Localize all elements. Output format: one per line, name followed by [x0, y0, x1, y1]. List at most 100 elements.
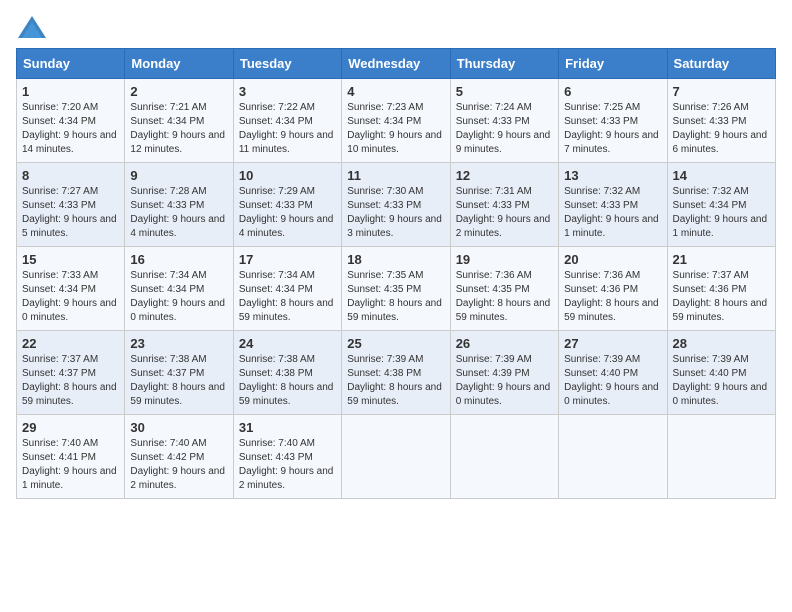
- calendar-cell: 20 Sunrise: 7:36 AMSunset: 4:36 PMDaylig…: [559, 247, 667, 331]
- day-info: Sunrise: 7:25 AMSunset: 4:33 PMDaylight:…: [564, 102, 659, 155]
- day-header-tuesday: Tuesday: [233, 49, 341, 79]
- calendar-cell: 27 Sunrise: 7:39 AMSunset: 4:40 PMDaylig…: [559, 331, 667, 415]
- calendar-cell: [450, 415, 558, 499]
- day-number: 10: [239, 168, 336, 183]
- calendar-cell: 19 Sunrise: 7:36 AMSunset: 4:35 PMDaylig…: [450, 247, 558, 331]
- day-number: 15: [22, 252, 119, 267]
- calendar-cell: 8 Sunrise: 7:27 AMSunset: 4:33 PMDayligh…: [17, 163, 125, 247]
- day-info: Sunrise: 7:31 AMSunset: 4:33 PMDaylight:…: [456, 186, 551, 239]
- day-number: 5: [456, 84, 553, 99]
- day-info: Sunrise: 7:23 AMSunset: 4:34 PMDaylight:…: [347, 102, 442, 155]
- day-number: 7: [673, 84, 770, 99]
- day-info: Sunrise: 7:36 AMSunset: 4:36 PMDaylight:…: [564, 270, 659, 323]
- day-number: 8: [22, 168, 119, 183]
- day-info: Sunrise: 7:40 AMSunset: 4:43 PMDaylight:…: [239, 438, 334, 491]
- day-info: Sunrise: 7:37 AMSunset: 4:37 PMDaylight:…: [22, 354, 117, 407]
- day-number: 29: [22, 420, 119, 435]
- calendar-cell: 2 Sunrise: 7:21 AMSunset: 4:34 PMDayligh…: [125, 79, 233, 163]
- day-info: Sunrise: 7:39 AMSunset: 4:40 PMDaylight:…: [673, 354, 768, 407]
- day-info: Sunrise: 7:39 AMSunset: 4:40 PMDaylight:…: [564, 354, 659, 407]
- calendar-cell: 13 Sunrise: 7:32 AMSunset: 4:33 PMDaylig…: [559, 163, 667, 247]
- day-number: 11: [347, 168, 444, 183]
- day-header-saturday: Saturday: [667, 49, 775, 79]
- day-info: Sunrise: 7:34 AMSunset: 4:34 PMDaylight:…: [239, 270, 334, 323]
- day-number: 18: [347, 252, 444, 267]
- logo-icon: [18, 16, 46, 38]
- day-number: 30: [130, 420, 227, 435]
- day-info: Sunrise: 7:32 AMSunset: 4:33 PMDaylight:…: [564, 186, 659, 239]
- day-info: Sunrise: 7:33 AMSunset: 4:34 PMDaylight:…: [22, 270, 117, 323]
- day-number: 13: [564, 168, 661, 183]
- logo: [16, 16, 46, 38]
- day-number: 19: [456, 252, 553, 267]
- day-info: Sunrise: 7:21 AMSunset: 4:34 PMDaylight:…: [130, 102, 225, 155]
- day-header-wednesday: Wednesday: [342, 49, 450, 79]
- day-number: 2: [130, 84, 227, 99]
- day-info: Sunrise: 7:34 AMSunset: 4:34 PMDaylight:…: [130, 270, 225, 323]
- day-number: 1: [22, 84, 119, 99]
- day-number: 6: [564, 84, 661, 99]
- calendar-week-1: 1 Sunrise: 7:20 AMSunset: 4:34 PMDayligh…: [17, 79, 776, 163]
- calendar-cell: 22 Sunrise: 7:37 AMSunset: 4:37 PMDaylig…: [17, 331, 125, 415]
- calendar-cell: 4 Sunrise: 7:23 AMSunset: 4:34 PMDayligh…: [342, 79, 450, 163]
- calendar-cell: 17 Sunrise: 7:34 AMSunset: 4:34 PMDaylig…: [233, 247, 341, 331]
- calendar-cell: 9 Sunrise: 7:28 AMSunset: 4:33 PMDayligh…: [125, 163, 233, 247]
- calendar-cell: 5 Sunrise: 7:24 AMSunset: 4:33 PMDayligh…: [450, 79, 558, 163]
- day-info: Sunrise: 7:27 AMSunset: 4:33 PMDaylight:…: [22, 186, 117, 239]
- day-info: Sunrise: 7:39 AMSunset: 4:38 PMDaylight:…: [347, 354, 442, 407]
- day-number: 17: [239, 252, 336, 267]
- calendar-cell: 6 Sunrise: 7:25 AMSunset: 4:33 PMDayligh…: [559, 79, 667, 163]
- calendar-cell: 1 Sunrise: 7:20 AMSunset: 4:34 PMDayligh…: [17, 79, 125, 163]
- day-info: Sunrise: 7:40 AMSunset: 4:41 PMDaylight:…: [22, 438, 117, 491]
- day-number: 16: [130, 252, 227, 267]
- page-header: [16, 16, 776, 38]
- days-header-row: SundayMondayTuesdayWednesdayThursdayFrid…: [17, 49, 776, 79]
- day-number: 31: [239, 420, 336, 435]
- day-number: 21: [673, 252, 770, 267]
- calendar-cell: 3 Sunrise: 7:22 AMSunset: 4:34 PMDayligh…: [233, 79, 341, 163]
- calendar-cell: 31 Sunrise: 7:40 AMSunset: 4:43 PMDaylig…: [233, 415, 341, 499]
- calendar-header: SundayMondayTuesdayWednesdayThursdayFrid…: [17, 49, 776, 79]
- calendar-cell: [342, 415, 450, 499]
- day-number: 28: [673, 336, 770, 351]
- day-info: Sunrise: 7:32 AMSunset: 4:34 PMDaylight:…: [673, 186, 768, 239]
- day-info: Sunrise: 7:37 AMSunset: 4:36 PMDaylight:…: [673, 270, 768, 323]
- calendar-cell: 10 Sunrise: 7:29 AMSunset: 4:33 PMDaylig…: [233, 163, 341, 247]
- day-number: 23: [130, 336, 227, 351]
- calendar-cell: 15 Sunrise: 7:33 AMSunset: 4:34 PMDaylig…: [17, 247, 125, 331]
- calendar-cell: 28 Sunrise: 7:39 AMSunset: 4:40 PMDaylig…: [667, 331, 775, 415]
- calendar-cell: 25 Sunrise: 7:39 AMSunset: 4:38 PMDaylig…: [342, 331, 450, 415]
- calendar-cell: 16 Sunrise: 7:34 AMSunset: 4:34 PMDaylig…: [125, 247, 233, 331]
- calendar-cell: 12 Sunrise: 7:31 AMSunset: 4:33 PMDaylig…: [450, 163, 558, 247]
- day-number: 4: [347, 84, 444, 99]
- day-info: Sunrise: 7:40 AMSunset: 4:42 PMDaylight:…: [130, 438, 225, 491]
- calendar-week-3: 15 Sunrise: 7:33 AMSunset: 4:34 PMDaylig…: [17, 247, 776, 331]
- day-header-sunday: Sunday: [17, 49, 125, 79]
- day-info: Sunrise: 7:26 AMSunset: 4:33 PMDaylight:…: [673, 102, 768, 155]
- calendar-table: SundayMondayTuesdayWednesdayThursdayFrid…: [16, 48, 776, 499]
- day-info: Sunrise: 7:38 AMSunset: 4:38 PMDaylight:…: [239, 354, 334, 407]
- day-header-thursday: Thursday: [450, 49, 558, 79]
- day-header-monday: Monday: [125, 49, 233, 79]
- day-info: Sunrise: 7:28 AMSunset: 4:33 PMDaylight:…: [130, 186, 225, 239]
- calendar-cell: 7 Sunrise: 7:26 AMSunset: 4:33 PMDayligh…: [667, 79, 775, 163]
- calendar-cell: [559, 415, 667, 499]
- calendar-cell: 21 Sunrise: 7:37 AMSunset: 4:36 PMDaylig…: [667, 247, 775, 331]
- day-number: 3: [239, 84, 336, 99]
- calendar-cell: 18 Sunrise: 7:35 AMSunset: 4:35 PMDaylig…: [342, 247, 450, 331]
- day-header-friday: Friday: [559, 49, 667, 79]
- calendar-week-2: 8 Sunrise: 7:27 AMSunset: 4:33 PMDayligh…: [17, 163, 776, 247]
- calendar-cell: 26 Sunrise: 7:39 AMSunset: 4:39 PMDaylig…: [450, 331, 558, 415]
- day-number: 27: [564, 336, 661, 351]
- day-info: Sunrise: 7:38 AMSunset: 4:37 PMDaylight:…: [130, 354, 225, 407]
- calendar-cell: 23 Sunrise: 7:38 AMSunset: 4:37 PMDaylig…: [125, 331, 233, 415]
- day-info: Sunrise: 7:22 AMSunset: 4:34 PMDaylight:…: [239, 102, 334, 155]
- day-info: Sunrise: 7:30 AMSunset: 4:33 PMDaylight:…: [347, 186, 442, 239]
- day-info: Sunrise: 7:36 AMSunset: 4:35 PMDaylight:…: [456, 270, 551, 323]
- calendar-cell: 29 Sunrise: 7:40 AMSunset: 4:41 PMDaylig…: [17, 415, 125, 499]
- calendar-cell: 14 Sunrise: 7:32 AMSunset: 4:34 PMDaylig…: [667, 163, 775, 247]
- day-number: 20: [564, 252, 661, 267]
- day-number: 14: [673, 168, 770, 183]
- day-info: Sunrise: 7:29 AMSunset: 4:33 PMDaylight:…: [239, 186, 334, 239]
- day-number: 24: [239, 336, 336, 351]
